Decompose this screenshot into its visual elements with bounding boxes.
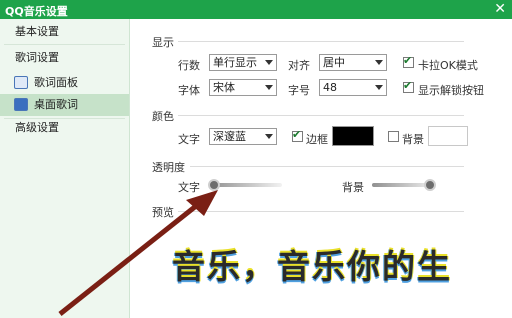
lyrics-preview-text: 音乐，音乐你的生	[172, 247, 452, 286]
close-icon[interactable]: ✕	[494, 1, 506, 17]
border-label: 边框	[306, 133, 328, 146]
section-divider	[190, 166, 464, 167]
background-color-swatch[interactable]	[428, 126, 468, 146]
lyrics-panel-icon	[14, 76, 28, 89]
sidebar-item-label: 歌词设置	[15, 51, 59, 64]
section-divider	[178, 211, 464, 212]
desktop-lyrics-icon	[14, 98, 28, 111]
text-transparency-slider[interactable]	[210, 183, 282, 187]
sidebar-item-label: 基本设置	[15, 25, 59, 38]
font-select[interactable]: 宋体	[209, 79, 277, 96]
section-title-display: 显示	[152, 36, 174, 49]
section-title-preview: 预览	[152, 206, 174, 219]
sidebar-item-lyrics-settings[interactable]: 歌词设置	[0, 47, 129, 69]
chevron-down-icon	[265, 134, 273, 139]
text-color-value: 深邃蓝	[213, 130, 246, 143]
sidebar-item-advanced-settings[interactable]: 高级设置	[0, 117, 129, 139]
font-label: 字体	[178, 84, 200, 97]
size-select-value: 48	[323, 81, 337, 94]
chevron-down-icon	[375, 85, 383, 90]
chevron-down-icon	[265, 85, 273, 90]
font-select-value: 宋体	[213, 81, 235, 94]
sidebar-item-lyrics-panel[interactable]: 歌词面板	[0, 72, 129, 94]
sidebar-item-label: 高级设置	[15, 121, 59, 134]
window-title: QQ音乐设置	[5, 5, 68, 18]
check-icon: ✔	[403, 54, 413, 67]
text-transparency-handle[interactable]	[207, 179, 220, 191]
background-label: 背景	[402, 133, 424, 146]
background-transparency-handle[interactable]	[423, 179, 436, 191]
size-select[interactable]: 48	[319, 79, 387, 96]
lines-label: 行数	[178, 59, 200, 72]
align-select-value: 居中	[323, 56, 345, 69]
chevron-down-icon	[265, 60, 273, 65]
section-title-transparency: 透明度	[152, 161, 185, 174]
check-icon: ✔	[292, 128, 302, 141]
sidebar: 基本设置 歌词设置 歌词面板 桌面歌词 高级设置	[0, 19, 130, 318]
lines-select[interactable]: 单行显示	[209, 54, 277, 71]
karaoke-label: 卡拉OK模式	[418, 59, 478, 72]
border-color-swatch[interactable]	[332, 126, 374, 146]
text-color-select[interactable]: 深邃蓝	[209, 128, 277, 145]
section-divider	[178, 115, 464, 116]
text-color-label: 文字	[178, 133, 200, 146]
unlock-button-label: 显示解锁按钮	[418, 84, 484, 97]
sidebar-item-desktop-lyrics[interactable]: 桌面歌词	[0, 94, 129, 116]
chevron-down-icon	[375, 60, 383, 65]
border-checkbox[interactable]: ✔	[292, 128, 303, 142]
lines-select-value: 单行显示	[213, 56, 257, 69]
unlock-button-checkbox[interactable]: ✔	[403, 79, 414, 93]
size-label: 字号	[288, 84, 310, 97]
text-transparency-label: 文字	[178, 181, 200, 194]
section-divider	[178, 41, 464, 42]
sidebar-item-label: 桌面歌词	[34, 98, 78, 111]
sidebar-item-label: 歌词面板	[34, 76, 78, 89]
section-title-color: 颜色	[152, 110, 174, 123]
check-icon: ✔	[403, 79, 413, 92]
title-bar: QQ音乐设置 ✕	[0, 0, 512, 19]
background-transparency-label: 背景	[342, 181, 364, 194]
sidebar-item-basic-settings[interactable]: 基本设置	[0, 21, 129, 43]
background-checkbox[interactable]	[388, 131, 399, 142]
align-label: 对齐	[288, 59, 310, 72]
karaoke-checkbox[interactable]: ✔	[403, 54, 414, 68]
align-select[interactable]: 居中	[319, 54, 387, 71]
sidebar-divider	[4, 44, 125, 45]
